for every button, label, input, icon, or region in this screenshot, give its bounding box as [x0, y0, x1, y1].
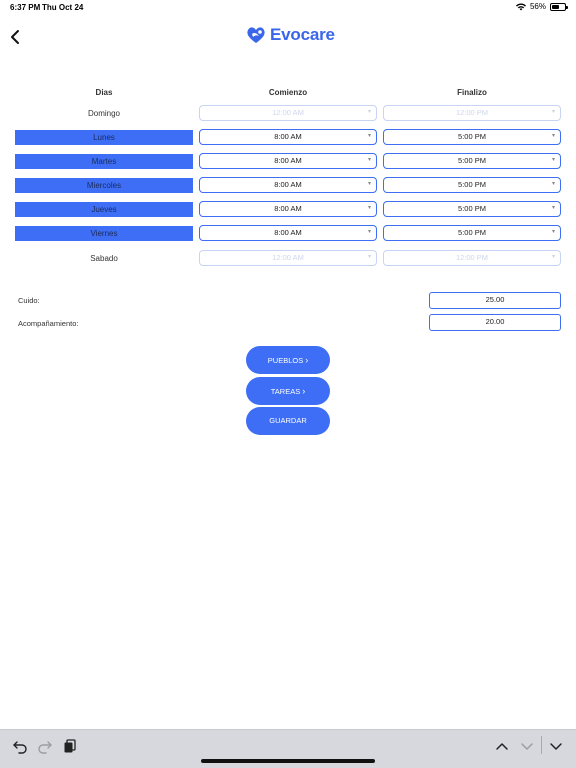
chevron-down-icon: ▾ [367, 109, 371, 115]
back-button[interactable] [8, 28, 24, 46]
day-label-6[interactable]: Sabado [15, 251, 193, 266]
chevron-down-icon: ▾ [367, 205, 371, 211]
status-indicators: 56% [515, 2, 568, 11]
wifi-icon [515, 2, 526, 10]
chevron-down-icon: ▾ [551, 157, 555, 163]
start-time-value: 8:00 AM [274, 228, 302, 237]
acompanamiento-input[interactable]: 20.00 [429, 314, 561, 331]
start-time-select[interactable]: 8:00 AM ▾ [199, 201, 377, 217]
start-time-select[interactable]: 8:00 AM ▾ [199, 225, 377, 241]
home-indicator [201, 759, 375, 763]
tareas-button[interactable]: TAREAS › [246, 377, 330, 405]
end-time-select[interactable]: 5:00 PM ▾ [383, 201, 561, 217]
start-time-value: 8:00 AM [274, 180, 302, 189]
col-header-start: Comienzo [268, 88, 308, 97]
pueblos-label: PUEBLOS [267, 356, 304, 365]
start-time-value: 12:00 AM [272, 108, 304, 117]
start-time-value: 8:00 AM [274, 156, 302, 165]
end-time-select[interactable]: 5:00 PM ▾ [383, 225, 561, 241]
evocare-logo: Evocare [245, 24, 335, 46]
end-time-value: 5:00 PM [458, 132, 486, 141]
start-time-value: 12:00 AM [272, 253, 304, 262]
end-time-value: 12:00 PM [455, 108, 489, 117]
end-time-value: 12:00 PM [455, 253, 489, 262]
start-time-value: 8:00 AM [274, 132, 302, 141]
chevron-down-icon: ▾ [551, 254, 555, 260]
pueblos-button[interactable]: PUEBLOS › [246, 346, 330, 374]
end-time-value: 5:00 PM [458, 180, 486, 189]
start-time-select[interactable]: 12:00 AM ▾ [199, 250, 377, 266]
chevron-down-icon: ▾ [551, 229, 555, 235]
cuido-input[interactable]: 25.00 [429, 292, 561, 309]
guardar-label: GUARDAR [269, 416, 307, 425]
chevron-down-icon: ▾ [367, 229, 371, 235]
end-time-value: 5:00 PM [458, 228, 486, 237]
end-time-value: 5:00 PM [458, 156, 486, 165]
status-bar: 6:37 PM Thu Oct 24 56% [0, 0, 576, 14]
redo-icon[interactable] [37, 738, 53, 754]
end-time-select[interactable]: 5:00 PM ▾ [383, 153, 561, 169]
col-header-days: Dias [95, 88, 113, 97]
col-header-end: Finalizo [457, 88, 487, 97]
day-label-1[interactable]: Lunes [15, 130, 193, 145]
paste-icon[interactable] [62, 738, 78, 754]
status-time: 6:37 PM [10, 3, 41, 12]
chevron-up-icon[interactable] [494, 738, 510, 754]
chevron-down-icon: ▾ [367, 181, 371, 187]
end-time-value: 5:00 PM [458, 204, 486, 213]
battery-icon [550, 2, 568, 11]
start-time-select[interactable]: 8:00 AM ▾ [199, 177, 377, 193]
day-label-5[interactable]: Viernes [15, 226, 193, 241]
end-time-select[interactable]: 5:00 PM ▾ [383, 129, 561, 145]
day-label-2[interactable]: Martes [15, 154, 193, 169]
status-date: Thu Oct 24 [42, 3, 84, 12]
start-time-select[interactable]: 8:00 AM ▾ [199, 153, 377, 169]
chevron-right-icon: › [305, 355, 309, 365]
acompanamiento-label: Acompañamiento: [18, 319, 79, 328]
day-label-4[interactable]: Jueves [15, 202, 193, 217]
battery-percent: 56% [529, 2, 546, 11]
start-time-value: 8:00 AM [274, 204, 302, 213]
end-time-select[interactable]: 12:00 PM ▾ [383, 250, 561, 266]
chevron-down-icon: ▾ [551, 133, 555, 139]
end-time-select[interactable]: 5:00 PM ▾ [383, 177, 561, 193]
chevron-down-icon: ▾ [551, 181, 555, 187]
chevron-down-icon: ▾ [367, 254, 371, 260]
chevron-down-icon: ▾ [367, 133, 371, 139]
undo-icon[interactable] [12, 738, 28, 754]
day-label-3[interactable]: Miercoles [15, 178, 193, 193]
chevron-right-icon: › [302, 386, 306, 396]
chevron-left-icon [11, 30, 19, 44]
logo-text: Evocare [270, 25, 335, 44]
heart-logo-icon [247, 27, 265, 43]
battery-level [552, 4, 559, 9]
start-time-select[interactable]: 8:00 AM ▾ [199, 129, 377, 145]
cuido-label: Cuido: [18, 296, 40, 305]
chevron-down-icon: ▾ [551, 205, 555, 211]
dismiss-keyboard-icon[interactable] [548, 738, 564, 754]
end-time-select[interactable]: 12:00 PM ▾ [383, 105, 561, 121]
guardar-button[interactable]: GUARDAR [246, 407, 330, 435]
day-label-0[interactable]: Domingo [15, 106, 193, 121]
toolbar-divider [541, 736, 542, 754]
chevron-down-icon: ▾ [367, 157, 371, 163]
start-time-select[interactable]: 12:00 AM ▾ [199, 105, 377, 121]
chevron-down-disabled-icon[interactable] [519, 738, 535, 754]
tareas-label: TAREAS [270, 387, 301, 396]
chevron-down-icon: ▾ [551, 109, 555, 115]
